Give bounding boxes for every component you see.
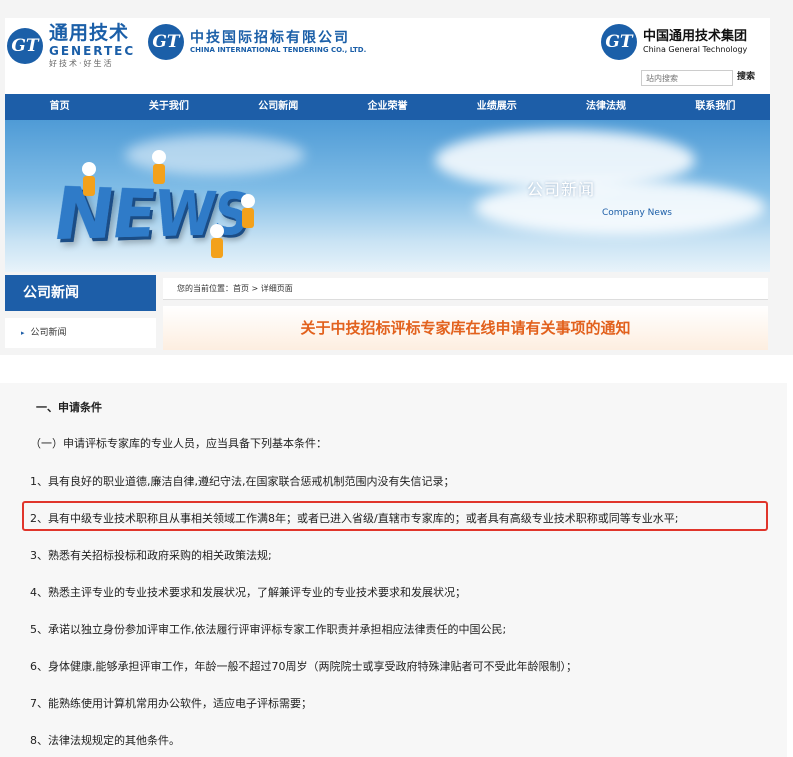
group-name-cn: 中国通用技术集团	[643, 29, 748, 45]
content-line: 6、身体健康,能够承担评审工作，年龄一般不超过70周岁（两院院士或享受政府特殊津…	[30, 660, 577, 673]
main-nav: 首页 关于我们 公司新闻 企业荣誉 业绩展示 法律法规 联系我们	[5, 94, 770, 120]
figure-icon	[83, 176, 95, 196]
logo-slogan: 好技术·好生活	[49, 59, 114, 68]
content-line: 7、能熟练使用计算机常用办公软件，适应电子评标需要；	[30, 697, 312, 710]
banner-subtitle: Company News	[602, 208, 672, 218]
article-content: 一、申请条件 （一）申请评标专家库的专业人员，应当具备下列基本条件： 1、具有良…	[0, 383, 787, 757]
gt-logo-icon: GT	[7, 28, 43, 64]
nav-item-news[interactable]: 公司新闻	[224, 94, 333, 120]
nav-item-honors[interactable]: 企业荣誉	[333, 94, 442, 120]
logo-cn-text: 通用技术	[49, 22, 130, 44]
content-line: （一）申请评标专家库的专业人员，应当具备下列基本条件：	[30, 437, 327, 450]
company-name-en: CHINA INTERNATIONAL TENDERING CO., LTD.	[190, 46, 367, 55]
sidebar-item-label: 公司新闻	[30, 328, 67, 338]
content-line: 5、承诺以独立身份参加评审工作,依法履行评审评标专家工作职责并承担相应法律责任的…	[30, 623, 507, 636]
genertec-logo[interactable]: GT 通用技术 GENERTEC 好技术·好生活	[7, 24, 135, 68]
cit-logo[interactable]: GT 中技国际招标有限公司 CHINA INTERNATIONAL TENDER…	[148, 24, 366, 60]
group-logo[interactable]: GT 中国通用技术集团 China General Technology	[601, 24, 747, 60]
figure-icon	[242, 208, 254, 228]
site-screenshot: GT 通用技术 GENERTEC 好技术·好生活 GT 中技国际招标有限公司 C…	[0, 0, 793, 355]
figure-icon	[211, 238, 223, 258]
arrow-right-icon: ▸	[21, 329, 25, 337]
group-name-en: China General Technology	[643, 45, 748, 54]
news-banner: NEWS 公司新闻 Company News	[5, 120, 770, 272]
figure-icon	[153, 164, 165, 184]
nav-item-performance[interactable]: 业绩展示	[442, 94, 551, 120]
gt-logo-icon: GT	[601, 24, 637, 60]
content-line: 1、具有良好的职业道德,廉洁自律,遵纪守法,在国家联合惩戒机制范围内没有失信记录…	[30, 475, 455, 488]
banner-title: 公司新闻	[527, 180, 596, 199]
gt-logo-icon: GT	[148, 24, 184, 60]
site-header: GT 通用技术 GENERTEC 好技术·好生活 GT 中技国际招标有限公司 C…	[5, 18, 770, 94]
nav-item-home[interactable]: 首页	[5, 94, 114, 120]
content-line-highlighted: 2、具有中级专业技术职称且从事相关领域工作满8年；或者已进入省级/直辖市专家库的…	[30, 512, 679, 525]
nav-item-contact[interactable]: 联系我们	[661, 94, 770, 120]
content-line: 4、熟悉主评专业的专业技术要求和发展状况，了解兼评专业的专业技术要求和发展状况；	[30, 586, 466, 599]
content-line: 8、法律法规规定的其他条件。	[30, 734, 180, 747]
nav-item-about[interactable]: 关于我们	[114, 94, 223, 120]
logo-en-text: GENERTEC	[49, 44, 136, 58]
sidebar-item-news[interactable]: ▸ 公司新闻	[5, 318, 156, 348]
content-line: 3、熟悉有关招标投标和政府采购的相关政策法规;	[30, 549, 272, 562]
breadcrumb: 您的当前位置：首页 > 详细页面	[163, 278, 768, 300]
company-name-cn: 中技国际招标有限公司	[190, 29, 350, 46]
search-input[interactable]	[641, 70, 733, 86]
nav-item-laws[interactable]: 法律法规	[551, 94, 660, 120]
section-heading: 一、申请条件	[36, 401, 102, 414]
sidebar-title: 公司新闻	[5, 275, 156, 311]
article-title: 关于中技招标评标专家库在线申请有关事项的通知	[163, 306, 768, 350]
search-button[interactable]: 搜索	[737, 69, 755, 82]
